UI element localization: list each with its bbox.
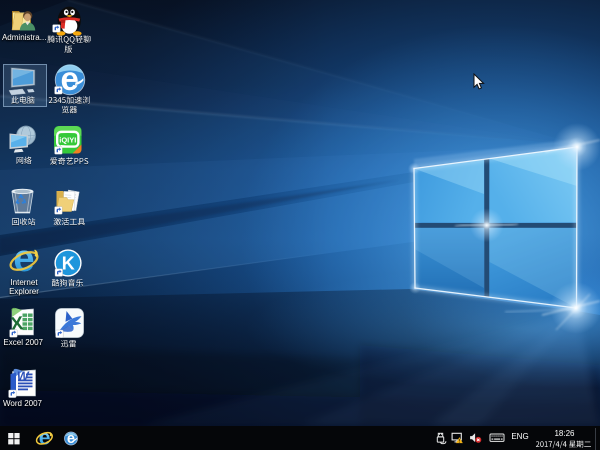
svg-text:e: e (67, 431, 75, 447)
svg-text:e: e (39, 427, 51, 450)
